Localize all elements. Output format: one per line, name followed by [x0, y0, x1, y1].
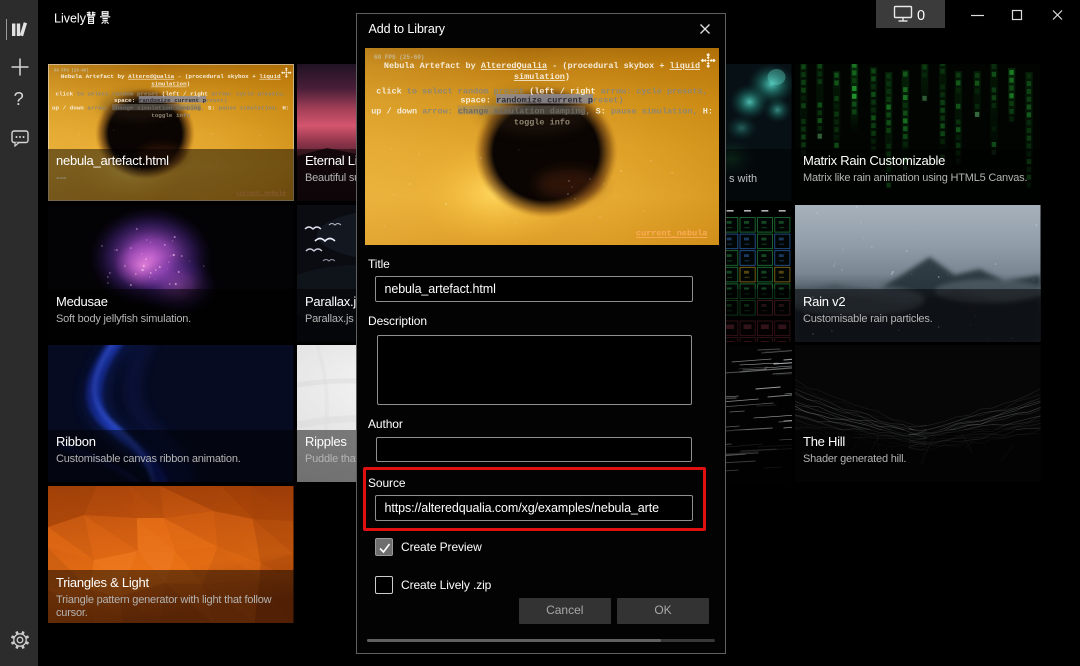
svg-text:up / down arrow: change simula: up / down arrow: change simulation dampi… [371, 107, 713, 117]
svg-text:space: randomize current prese: space: randomize current preset) [114, 97, 227, 104]
svg-text:simulation): simulation) [513, 72, 569, 82]
svg-text:60 FPS (25-60): 60 FPS (25-60) [54, 69, 89, 74]
svg-text:up / down arrow: change simula: up / down arrow: change simulation dampi… [52, 105, 290, 112]
svg-text:0: 0 [917, 8, 925, 24]
svg-text:Nebula Artefact by AlteredQual: Nebula Artefact by AlteredQualia - (proc… [61, 73, 281, 80]
svg-text:toggle info: toggle info [513, 118, 569, 128]
svg-text:space: randomize current prese: space: randomize current preset) [460, 96, 623, 106]
svg-text:toggle info: toggle info [151, 112, 190, 119]
svg-text:simulation): simulation) [151, 81, 190, 88]
svg-text:60 FPS (25-60): 60 FPS (25-60) [374, 54, 424, 61]
svg-text:Nebula Artefact by AlteredQual: Nebula Artefact by AlteredQualia - (proc… [383, 61, 699, 71]
